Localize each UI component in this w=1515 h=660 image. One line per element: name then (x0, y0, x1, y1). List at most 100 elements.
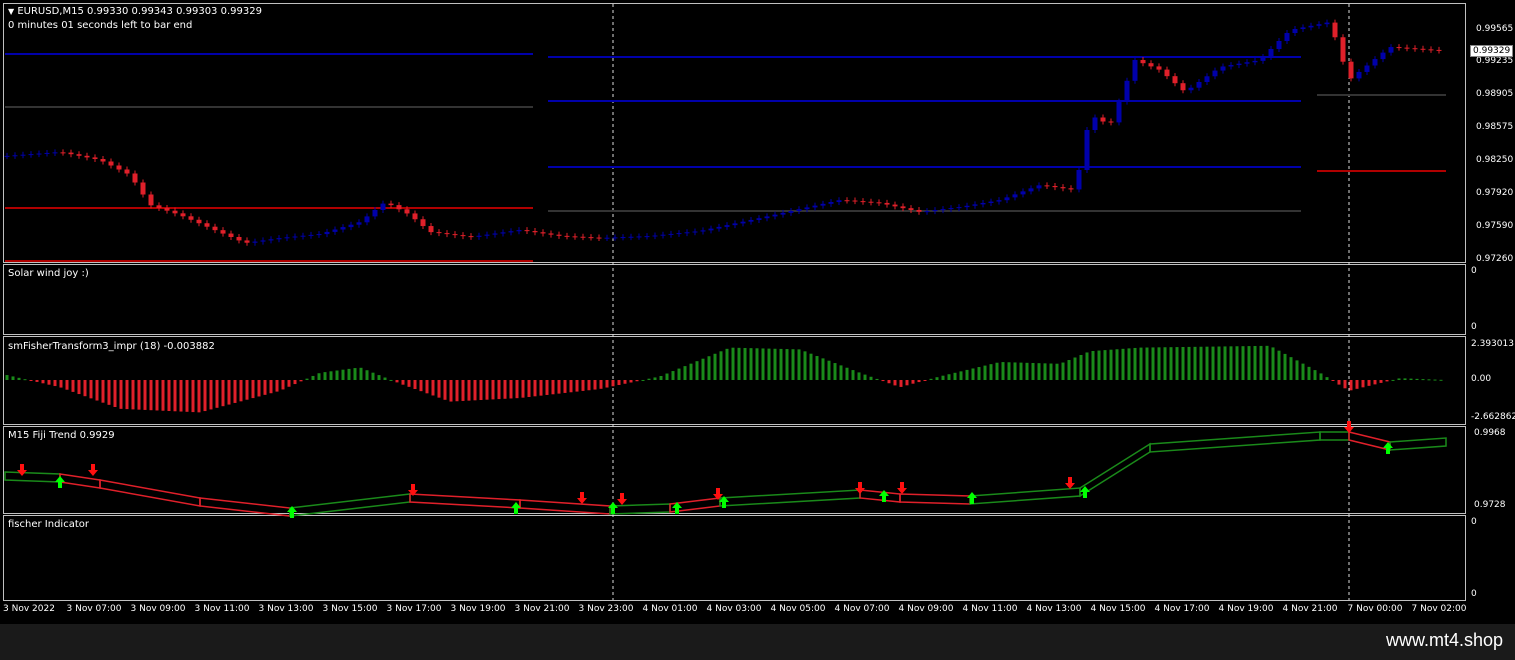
candle-body (1316, 24, 1322, 26)
fisher-histogram-bar (1373, 380, 1377, 385)
fisher-histogram-bar (1301, 363, 1305, 380)
fisher-histogram-bar (185, 380, 189, 412)
candle-body (1348, 61, 1354, 79)
fisher-histogram-bar (1055, 363, 1059, 380)
candle-body (1068, 188, 1074, 190)
candle-body (324, 231, 330, 235)
fisher-histogram-bar (767, 348, 771, 380)
fisher-histogram-bar (833, 363, 837, 380)
fisher-histogram-bar (461, 380, 465, 401)
candle-body (388, 203, 394, 206)
fisher-histogram-bar (851, 370, 855, 380)
fisher-histogram-bar (1043, 363, 1047, 380)
candle-body (916, 209, 922, 212)
candle-body (572, 236, 578, 238)
candle-body (908, 208, 914, 210)
candle-body (740, 221, 746, 224)
candle-body (1268, 49, 1274, 57)
fisher-histogram-bar (317, 373, 321, 380)
candle-body (708, 228, 714, 231)
fisher-histogram-bar (509, 380, 513, 399)
fisher-histogram-bar (1007, 362, 1011, 380)
candle-body (132, 173, 138, 183)
candle-body (412, 213, 418, 220)
brand-footer: www.mt4.shop (0, 624, 1515, 660)
fisher-histogram-bar (515, 380, 519, 399)
fisher-histogram-bar (1163, 347, 1167, 380)
candle-body (1132, 60, 1138, 81)
candle-body (1324, 22, 1330, 25)
fisher-histogram-bar (977, 367, 981, 380)
fisher-histogram-bar (449, 380, 453, 402)
candle-body (244, 240, 250, 243)
candle-body (772, 214, 778, 217)
candle-body (1396, 47, 1402, 49)
fisher-histogram-bar (1001, 362, 1005, 380)
fisher-histogram-bar (1259, 345, 1263, 380)
candle-body (108, 161, 114, 166)
candle-body (1196, 82, 1202, 88)
arrow-down-icon (17, 464, 27, 476)
fisher-histogram-bar (137, 380, 141, 410)
fiji-trend-band (1319, 431, 1350, 441)
fisher-histogram-bar (533, 380, 537, 397)
candle-body (60, 152, 66, 154)
fiji-trend-band (1079, 442, 1151, 498)
fiji-trend-band (1149, 431, 1321, 453)
fisher-histogram-bar (5, 375, 9, 380)
fisher-histogram-bar (929, 378, 933, 380)
candle-body (68, 152, 74, 155)
fisher-histogram-bar (1403, 378, 1407, 380)
candle-body (1284, 33, 1290, 41)
candle-body (1012, 194, 1018, 198)
fisher-histogram-bar (401, 380, 405, 385)
candle-body (396, 205, 402, 210)
candle-body (1020, 191, 1026, 195)
candle-body (1292, 29, 1298, 33)
candle-body (580, 236, 586, 238)
fisher-histogram-bar (1103, 350, 1107, 380)
fisher-histogram-bar (431, 380, 435, 396)
candle-body (636, 236, 642, 238)
fisher-histogram-bar (1133, 347, 1137, 380)
fisher-histogram-bar (35, 380, 39, 382)
fisher-histogram-bar (503, 380, 507, 399)
fisher-histogram-bar (443, 380, 447, 400)
fisher-histogram-bar (935, 377, 939, 380)
fisher-histogram-bar (1013, 362, 1017, 380)
fisher-histogram-bar (1277, 350, 1281, 380)
fisher-histogram-bar (1175, 347, 1179, 380)
candle-body (420, 219, 426, 227)
fisher-histogram-bar (53, 380, 57, 387)
fisher-histogram-bar (881, 380, 885, 382)
fisher-histogram-bar (1433, 379, 1437, 381)
fisher-histogram-bar (995, 362, 999, 380)
fisher-histogram-bar (203, 380, 207, 412)
fisher-histogram-bar (119, 380, 123, 409)
fisher-histogram-bar (587, 380, 591, 391)
fisher-histogram-bar (749, 348, 753, 380)
candle-body (884, 202, 890, 205)
candle-body (1156, 66, 1162, 70)
fisher-histogram-bar (1337, 380, 1341, 385)
arrow-up-icon (55, 476, 65, 488)
candle-body (556, 234, 562, 236)
candle-body (1060, 187, 1066, 189)
fisher-histogram-bar (1085, 352, 1089, 380)
candle-body (988, 201, 994, 203)
fisher-histogram-bar (1079, 354, 1083, 380)
candle-body (1204, 76, 1210, 82)
fisher-histogram-bar (635, 380, 639, 382)
candle-body (812, 205, 818, 208)
fisher-histogram-bar (383, 377, 387, 380)
fisher-histogram-bar (83, 380, 87, 397)
fisher-histogram-bar (371, 372, 375, 380)
fisher-histogram-bar (293, 380, 297, 385)
candle-body (284, 237, 290, 239)
arrow-up-icon (1383, 442, 1393, 454)
arrow-up-icon (967, 492, 977, 504)
candle-body (668, 233, 674, 235)
candle-body (924, 211, 930, 213)
candle-body (1140, 60, 1146, 64)
fiji-trend-band (289, 493, 411, 517)
